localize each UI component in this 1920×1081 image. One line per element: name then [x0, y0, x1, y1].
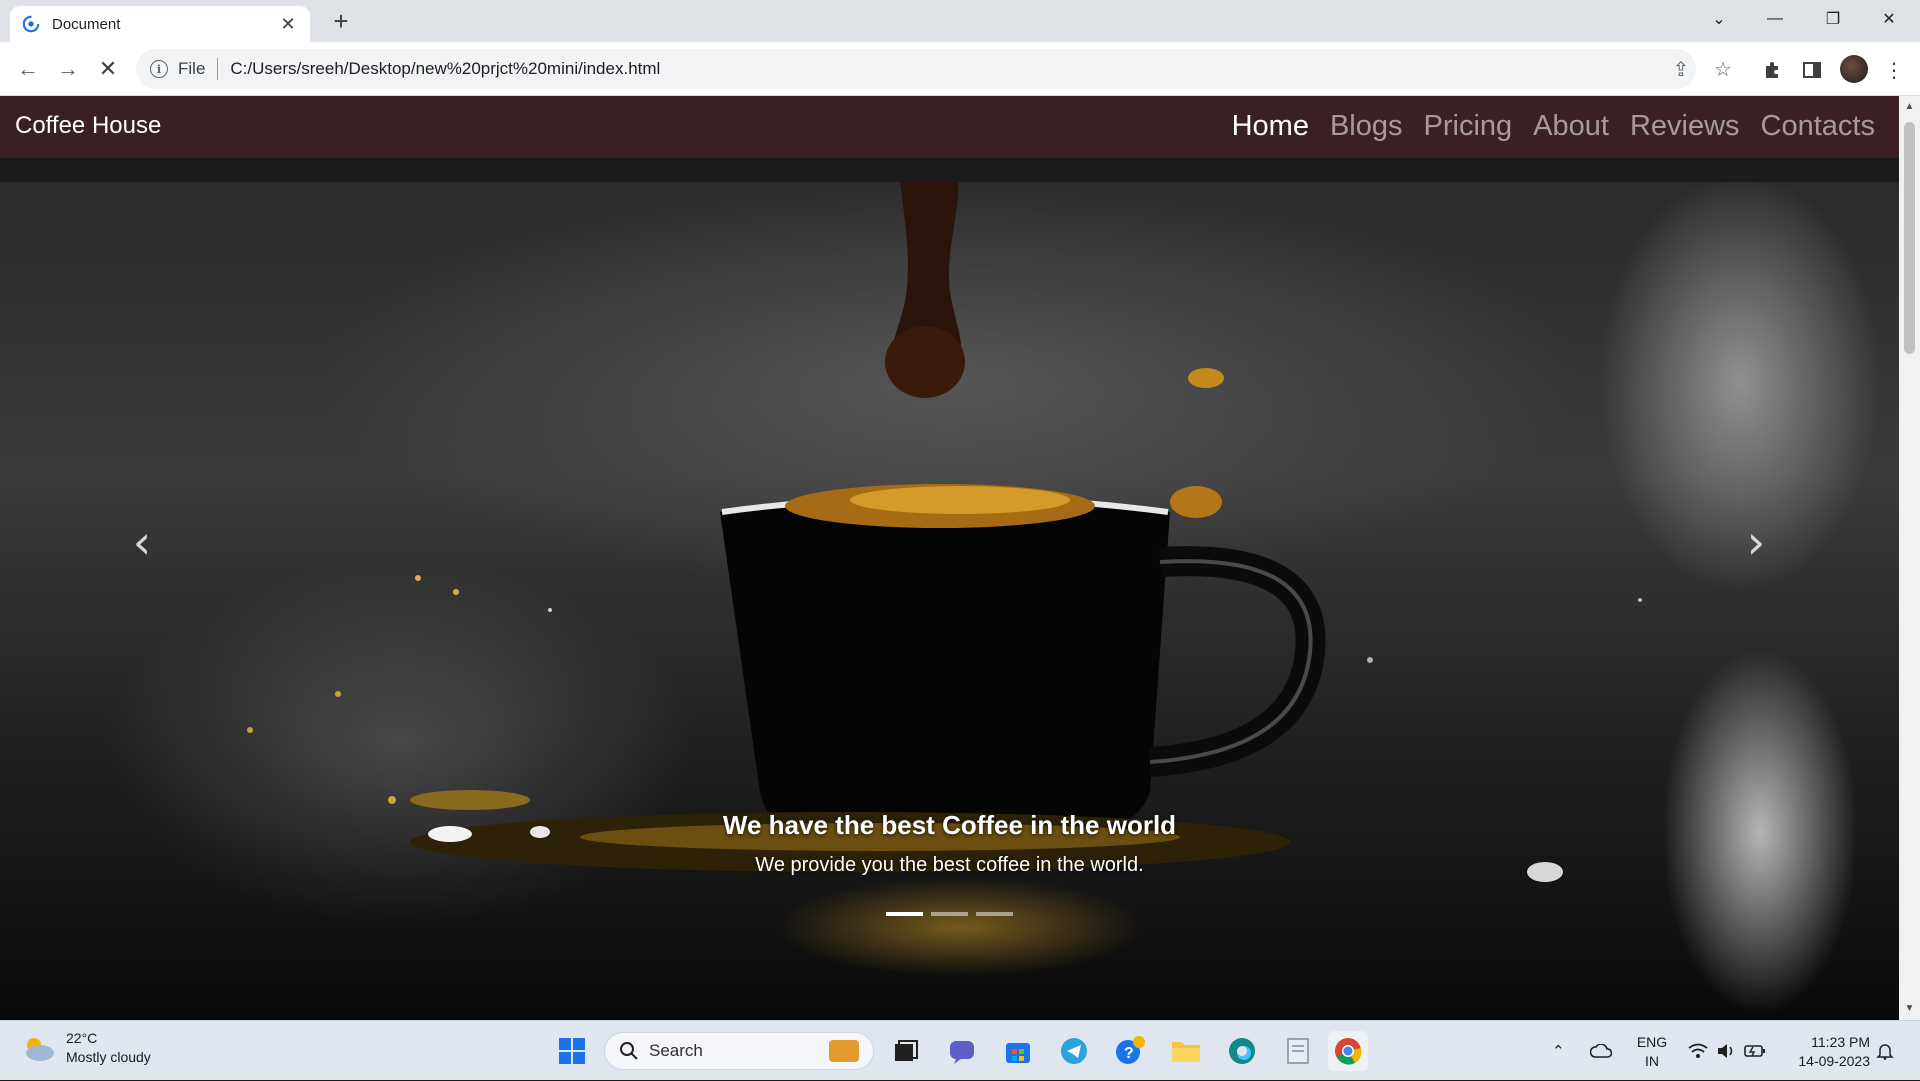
nav-link-pricing[interactable]: Pricing [1424, 106, 1513, 146]
svg-text:?: ? [1124, 1045, 1134, 1062]
hero-carousel: ‹ › We have the best Coffee in the world… [0, 182, 1899, 1020]
volume-icon[interactable] [1716, 1021, 1736, 1081]
nav-link-reviews[interactable]: Reviews [1630, 106, 1740, 146]
task-view-icon[interactable] [886, 1031, 926, 1071]
edge-browser-icon[interactable] [1222, 1031, 1262, 1071]
search-label: Search [649, 1041, 703, 1060]
carousel-indicator-2[interactable] [931, 912, 968, 916]
site-brand[interactable]: Coffee House [15, 112, 161, 140]
scroll-down-arrow-icon[interactable]: ▼ [1899, 1000, 1920, 1018]
show-hidden-icons-chevron-icon[interactable]: ⌃ [1552, 1021, 1565, 1081]
new-tab-button[interactable]: + [326, 6, 356, 36]
site-navbar: Coffee House Home Blogs Pricing About Re… [0, 96, 1899, 158]
scroll-up-arrow-icon[interactable]: ▲ [1899, 98, 1920, 116]
chrome-loading-favicon-icon [22, 15, 40, 33]
windows-taskbar: 22°C Mostly cloudy Search ? ⌃ ENG IN 11:… [0, 1020, 1920, 1080]
minimize-button[interactable]: — [1752, 0, 1798, 38]
chrome-browser-icon[interactable] [1328, 1031, 1368, 1071]
weather-description: Mostly cloudy [66, 1049, 151, 1065]
taskbar-search[interactable]: Search [604, 1032, 874, 1070]
navbar-shadow-band [0, 158, 1899, 182]
back-button[interactable]: ← [12, 53, 44, 85]
close-window-button[interactable]: ✕ [1866, 0, 1912, 38]
coffee-cup-hero-image [247, 182, 1642, 882]
tab-close-icon[interactable]: ✕ [278, 14, 298, 35]
input-language-indicator[interactable]: ENG IN [1632, 1033, 1672, 1071]
scrollbar-thumb[interactable] [1904, 122, 1915, 354]
page-viewport: Coffee House Home Blogs Pricing About Re… [0, 96, 1899, 1020]
site-info-icon[interactable]: i [150, 60, 168, 78]
clock-date: 14-09-2023 [1798, 1053, 1870, 1069]
battery-icon[interactable] [1744, 1021, 1766, 1081]
weather-widget[interactable]: 22°C Mostly cloudy [20, 1029, 151, 1067]
teams-chat-icon[interactable] [942, 1031, 982, 1071]
weather-temperature: 22°C [66, 1030, 98, 1046]
get-help-icon[interactable]: ? [1110, 1031, 1150, 1071]
carousel-indicator-1[interactable] [886, 912, 923, 916]
tab-title: Document [52, 15, 121, 33]
notifications-bell-icon[interactable] [1876, 1021, 1894, 1081]
carousel-caption-text: We provide you the best coffee in the wo… [755, 854, 1144, 876]
bookmark-star-icon[interactable]: ☆ [1710, 56, 1736, 82]
search-highlight-briefcase-icon [829, 1040, 859, 1062]
partly-cloudy-icon [20, 1033, 56, 1063]
onedrive-cloud-icon[interactable] [1590, 1021, 1612, 1081]
carousel-indicators [0, 912, 1899, 916]
browser-tab-strip: Document ✕ + ⌄ — ❐ ✕ [0, 0, 1920, 42]
address-separator [217, 58, 219, 80]
browser-tab[interactable]: Document ✕ [10, 6, 310, 42]
nav-link-contacts[interactable]: Contacts [1761, 106, 1875, 146]
carousel-caption-title: We have the best Coffee in the world [722, 810, 1177, 840]
profile-avatar[interactable] [1840, 55, 1868, 83]
nav-link-about[interactable]: About [1533, 106, 1609, 146]
browser-menu-icon[interactable]: ⋮ [1880, 56, 1908, 84]
url-text[interactable]: C:/Users/sreeh/Desktop/new%20prjct%20min… [230, 59, 660, 79]
restore-button[interactable]: ❐ [1810, 0, 1856, 38]
carousel-indicator-3[interactable] [976, 912, 1013, 916]
nav-link-blogs[interactable]: Blogs [1330, 106, 1403, 146]
carousel-next-chevron-icon[interactable]: › [1726, 512, 1786, 572]
carousel-prev-chevron-icon[interactable]: ‹ [112, 512, 172, 572]
notepad-icon[interactable] [1278, 1031, 1318, 1071]
page-scrollbar[interactable]: ▲ ▼ [1899, 96, 1920, 1020]
region-code: IN [1645, 1053, 1659, 1069]
address-bar[interactable]: i File C:/Users/sreeh/Desktop/new%20prjc… [136, 49, 1696, 89]
scheme-label: File [178, 59, 206, 78]
search-icon [620, 1042, 638, 1060]
share-icon[interactable]: ⇪ [1668, 56, 1694, 82]
system-clock[interactable]: 11:23 PM 14-09-2023 [1780, 1033, 1870, 1071]
browser-toolbar: ← → ✕ i File C:/Users/sreeh/Desktop/new%… [0, 42, 1920, 96]
side-panel-icon[interactable] [1798, 56, 1826, 84]
nav-link-home[interactable]: Home [1232, 106, 1309, 146]
tab-search-chevron-icon[interactable]: ⌄ [1696, 0, 1742, 38]
wifi-icon[interactable] [1688, 1021, 1708, 1081]
forward-button[interactable]: → [52, 53, 84, 85]
windows-start-icon[interactable] [552, 1031, 592, 1071]
site-nav-links: Home Blogs Pricing About Reviews Contact… [1211, 106, 1875, 146]
clock-time: 11:23 PM [1811, 1034, 1870, 1050]
file-explorer-icon[interactable] [1166, 1031, 1206, 1071]
microsoft-store-icon[interactable] [998, 1031, 1038, 1071]
language-code: ENG [1636, 1034, 1668, 1050]
telegram-icon[interactable] [1054, 1031, 1094, 1071]
extensions-puzzle-icon[interactable] [1758, 56, 1786, 84]
stop-loading-button[interactable]: ✕ [92, 53, 124, 85]
